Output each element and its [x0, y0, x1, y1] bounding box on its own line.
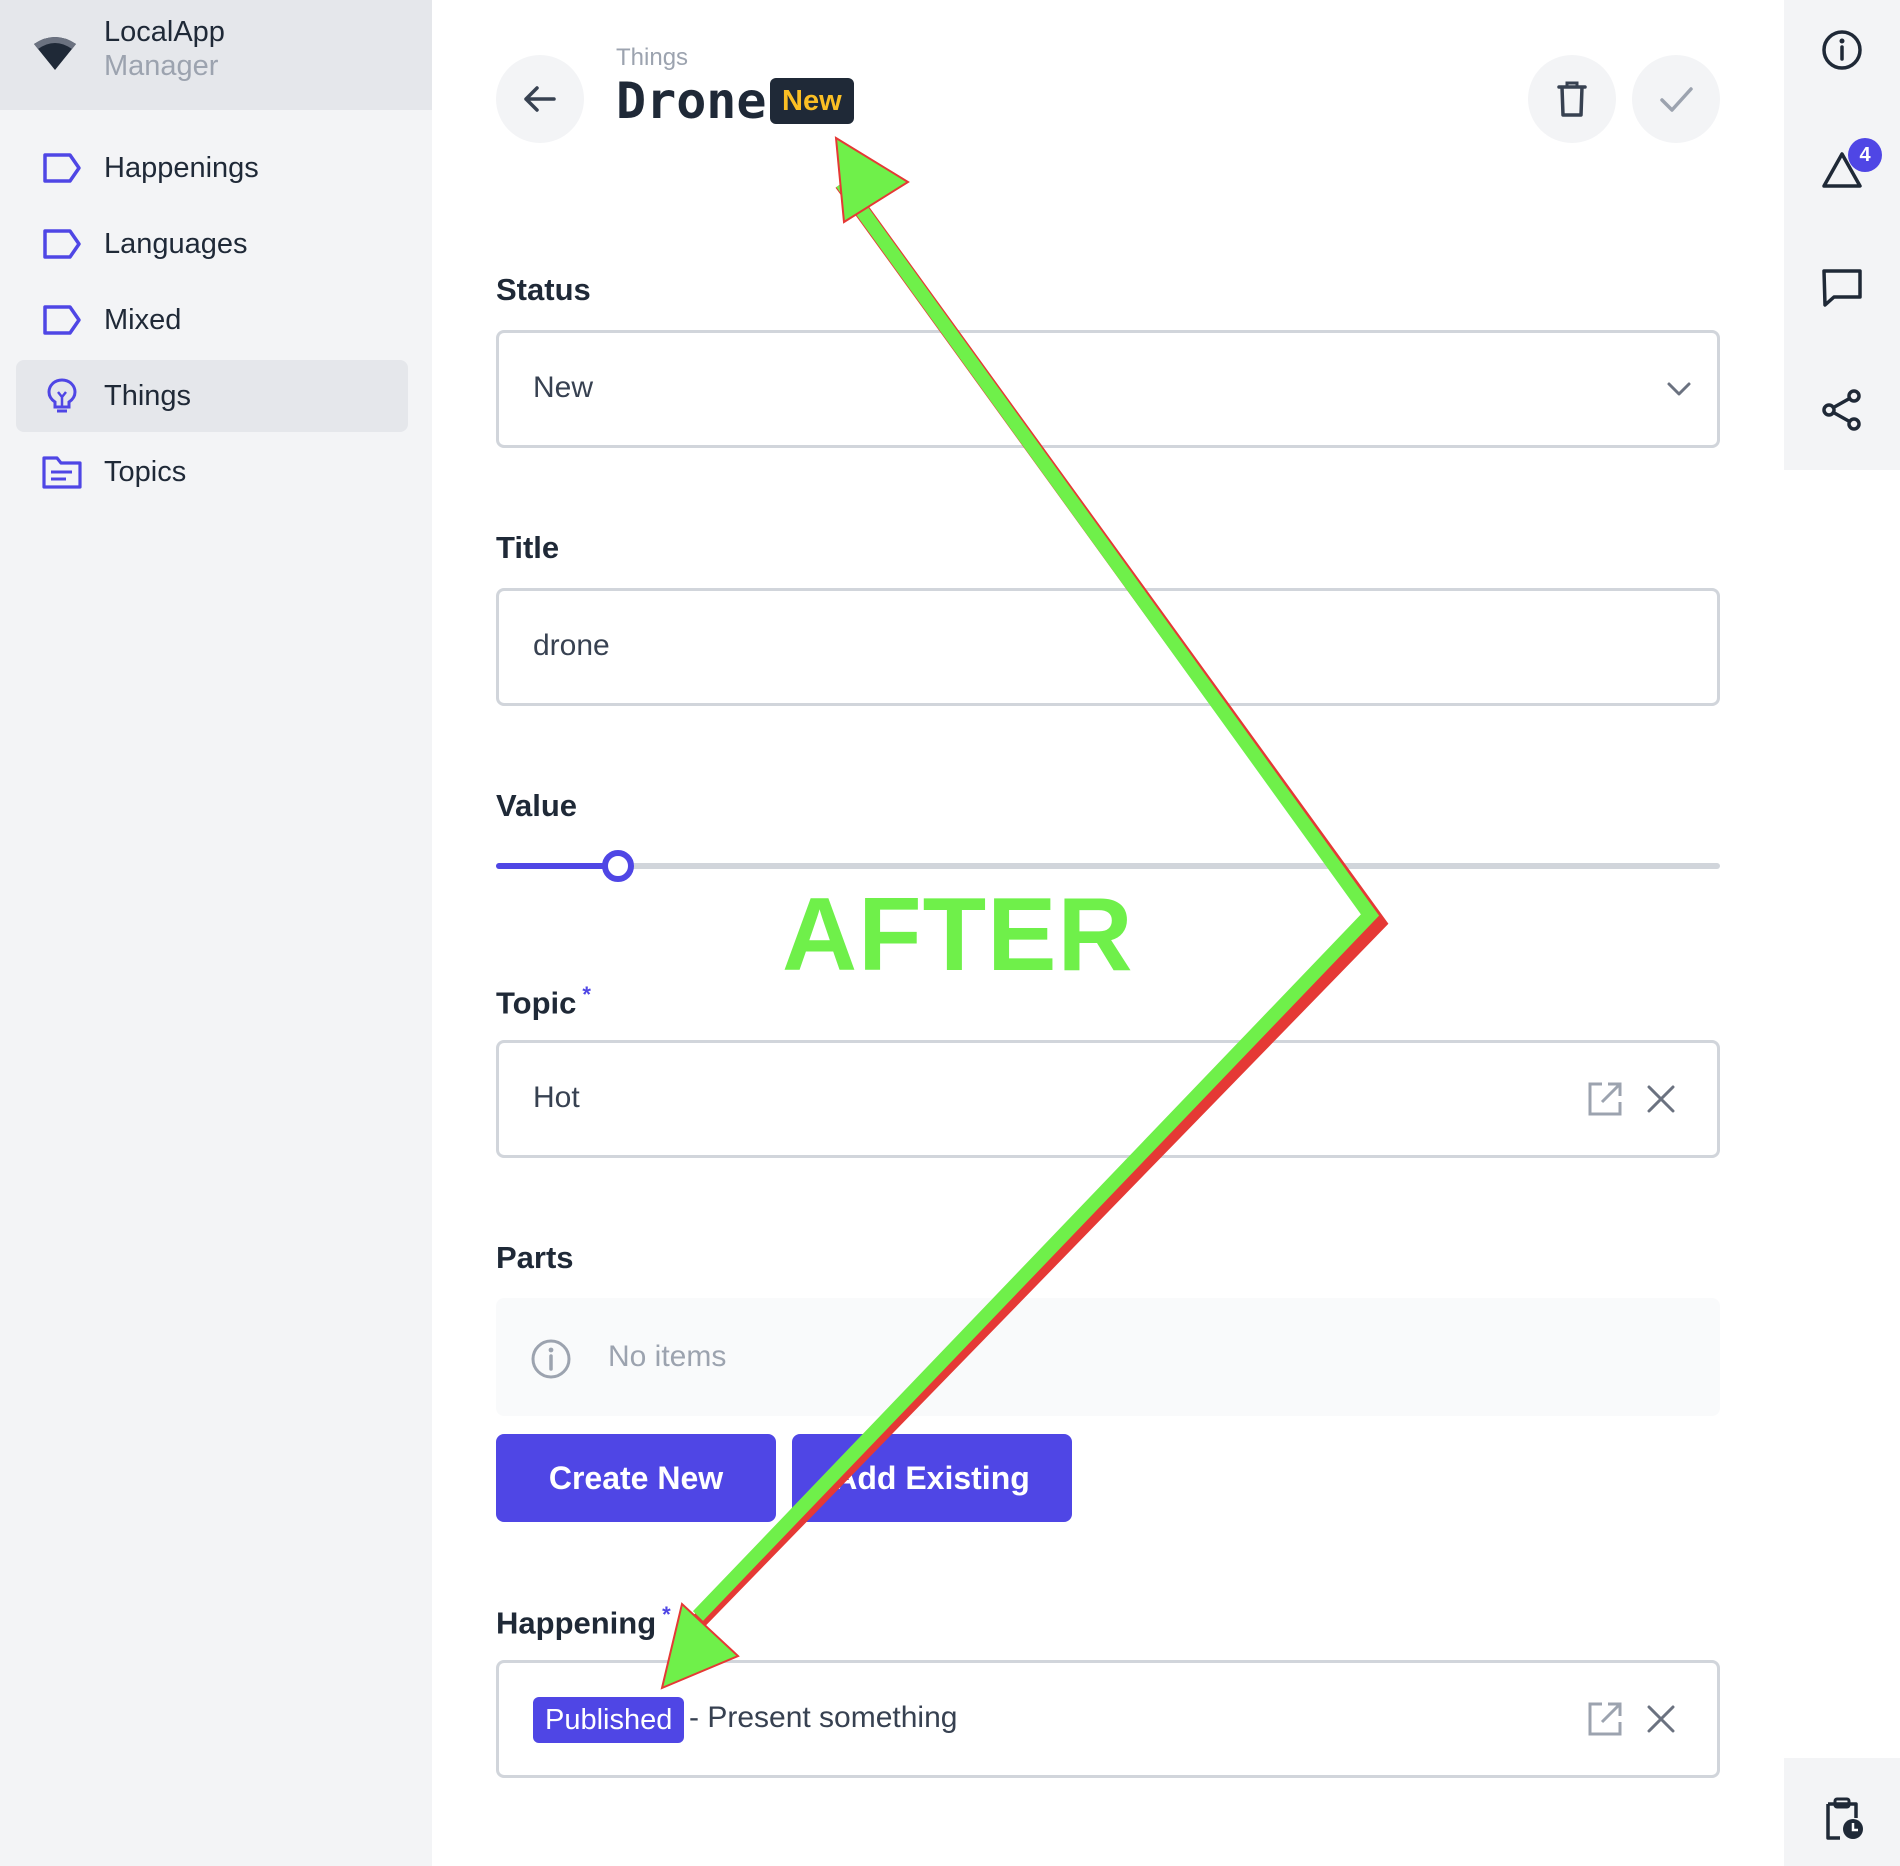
status-value: New — [533, 371, 594, 404]
tag-icon — [43, 153, 81, 183]
arrow-left-icon — [524, 86, 556, 112]
trash-icon — [1557, 81, 1587, 117]
app-subtitle: Manager — [104, 50, 219, 82]
info-icon — [531, 1339, 571, 1379]
open-external-icon[interactable] — [1585, 1079, 1625, 1119]
sidebar-item-mixed[interactable]: Mixed — [16, 284, 408, 356]
sidebar-item-happenings[interactable]: Happenings — [16, 132, 408, 204]
save-button[interactable] — [1632, 55, 1720, 143]
notification-count-badge: 4 — [1848, 138, 1882, 172]
delete-button[interactable] — [1528, 55, 1616, 143]
sidebar-item-languages[interactable]: Languages — [16, 208, 408, 280]
right-rail-bottom — [1784, 1758, 1900, 1866]
folder-icon — [42, 456, 82, 489]
status-badge: New — [770, 78, 854, 124]
sidebar: LocalApp Manager Happenings Languages Mi… — [0, 0, 432, 1866]
sidebar-item-label: Happenings — [104, 152, 259, 184]
chevron-down-icon — [1667, 382, 1691, 396]
app-logo-icon — [34, 37, 76, 70]
sidebar-item-label: Languages — [104, 228, 248, 260]
value-label: Value — [496, 788, 577, 823]
sidebar-item-label: Things — [104, 380, 192, 412]
topic-label: Topic * — [496, 982, 591, 1021]
title-input[interactable]: drone — [496, 588, 1720, 706]
value-slider[interactable] — [496, 850, 1720, 882]
parts-empty-state: No items — [496, 1298, 1720, 1416]
happening-label-text: Happening — [496, 1605, 657, 1641]
clipboard-clock-icon[interactable] — [1820, 1796, 1864, 1840]
brand-header: LocalApp Manager — [0, 0, 432, 110]
topic-value: Hot — [533, 1081, 580, 1114]
check-icon — [1660, 87, 1693, 112]
app-name: LocalApp — [104, 16, 225, 48]
sidebar-item-things[interactable]: Things — [16, 360, 408, 432]
topic-label-text: Topic — [496, 985, 577, 1021]
sidebar-item-label: Topics — [104, 456, 187, 488]
add-existing-button[interactable]: Add Existing — [792, 1434, 1072, 1522]
required-mark: * — [662, 1602, 671, 1627]
sidebar-item-topics[interactable]: Topics — [16, 436, 408, 508]
status-select[interactable]: New — [496, 330, 1720, 448]
happening-value: - Present something — [689, 1701, 958, 1734]
info-icon[interactable] — [1820, 28, 1864, 72]
title-value: drone — [533, 629, 610, 662]
sidebar-item-label: Mixed — [104, 304, 182, 336]
annotation-label: AFTER — [782, 877, 1134, 993]
create-new-button[interactable]: Create New — [496, 1434, 776, 1522]
empty-text: No items — [608, 1340, 727, 1373]
required-mark: * — [582, 982, 591, 1007]
value-slider-thumb[interactable] — [602, 850, 634, 882]
value-slider-fill — [496, 863, 618, 869]
comment-icon[interactable] — [1820, 266, 1864, 310]
close-icon[interactable] — [1641, 1699, 1681, 1739]
topic-field[interactable]: Hot — [496, 1040, 1720, 1158]
share-icon[interactable] — [1820, 388, 1864, 432]
lightbulb-icon — [47, 378, 77, 413]
sidebar-nav: Happenings Languages Mixed Things Topics — [16, 132, 408, 512]
right-rail: 4 — [1784, 0, 1900, 470]
happening-field[interactable]: Published - Present something — [496, 1660, 1720, 1778]
breadcrumb[interactable]: Things — [616, 44, 688, 72]
happening-label: Happening * — [496, 1602, 671, 1641]
page-title: Drone — [616, 72, 767, 130]
parts-label: Parts — [496, 1240, 574, 1275]
status-label: Status — [496, 272, 591, 307]
title-label: Title — [496, 530, 560, 565]
open-external-icon[interactable] — [1585, 1699, 1625, 1739]
tag-icon — [43, 305, 81, 335]
published-badge: Published — [533, 1697, 685, 1743]
back-button[interactable] — [496, 55, 584, 143]
tag-icon — [43, 229, 81, 259]
close-icon[interactable] — [1641, 1079, 1681, 1119]
